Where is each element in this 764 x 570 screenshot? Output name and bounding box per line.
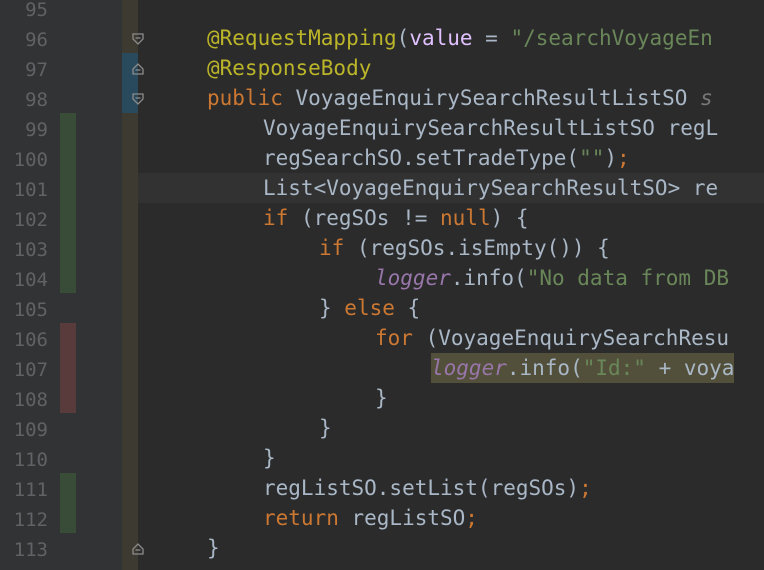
line-number: 107 (13, 359, 48, 381)
code-line[interactable]: @RequestMapping(value = "/searchVoyageEn (207, 23, 713, 53)
diff-added-marker[interactable] (60, 113, 76, 293)
code-line[interactable]: } else { (319, 293, 420, 323)
code-line[interactable]: List<VoyageEnquirySearchResultSO> re (263, 173, 718, 203)
line-number: 101 (13, 179, 48, 201)
code-token: ) { (490, 206, 529, 230)
string-token: "No data from DB (526, 266, 730, 290)
code-line[interactable]: VoyageEnquirySearchResultListSO regL (263, 113, 718, 143)
code-token: ) (604, 146, 618, 170)
code-line[interactable]: if (regSOs != null) { (263, 203, 529, 233)
inlay-hint: s (700, 86, 713, 110)
line-number: 108 (13, 389, 48, 411)
keyword-token: null (440, 206, 491, 230)
line-number: 112 (13, 509, 48, 531)
line-number: 96 (25, 29, 48, 51)
code-line[interactable]: for (VoyageEnquirySearchResu (375, 323, 729, 353)
keyword-token: if (263, 206, 289, 230)
keyword-token: if (319, 236, 345, 260)
static-field-token: logger (375, 266, 451, 290)
code-line[interactable]: } (319, 413, 332, 443)
line-number: 103 (13, 239, 48, 261)
code-token: (regSOs != (288, 206, 441, 230)
code-line-highlighted[interactable]: logger.info("Id:" + voya (431, 353, 735, 383)
parameter-token: value (409, 26, 473, 50)
code-line[interactable]: } (375, 383, 388, 413)
code-line[interactable]: return regListSO; (263, 503, 478, 533)
string-token: "/searchVoyageEn (510, 26, 713, 50)
code-token: .info( (506, 356, 583, 380)
string-token: "" (579, 146, 605, 170)
string-token: "Id:" (582, 356, 646, 380)
code-token: regSearchSO.setTradeType( (263, 146, 580, 170)
code-line[interactable]: regListSO.setList(regSOs); (263, 473, 592, 503)
fold-marker-icon[interactable] (132, 93, 144, 105)
code-line[interactable]: regSearchSO.setTradeType(""); (263, 143, 630, 173)
code-token: VoyageEnquirySearchResultListSO (282, 86, 701, 110)
line-number: 111 (13, 479, 48, 501)
annotation-token: @RequestMapping (207, 26, 397, 50)
code-token: } (319, 296, 345, 320)
line-number: 105 (13, 299, 48, 321)
code-token: ( (396, 26, 410, 50)
line-number: 110 (13, 449, 48, 471)
code-token: = (472, 26, 511, 50)
code-line[interactable]: logger.info("No data from DB (375, 263, 729, 293)
code-line[interactable]: public VoyageEnquirySearchResultListSO s (207, 83, 713, 113)
line-number: 109 (13, 419, 48, 441)
fold-marker-icon[interactable] (132, 33, 144, 45)
line-number: 104 (13, 269, 48, 291)
line-number: 99 (25, 119, 48, 141)
semicolon-token: ; (617, 146, 630, 170)
keyword-token: for (375, 326, 413, 350)
keyword-token: else (344, 296, 395, 320)
code-line[interactable]: } (207, 533, 220, 563)
code-token: (VoyageEnquirySearchResu (412, 326, 730, 350)
code-token: (regSOs.isEmpty()) { (344, 236, 610, 260)
code-line[interactable]: } (263, 443, 276, 473)
line-number: 95 (25, 0, 48, 21)
code-token: { (394, 296, 421, 320)
line-number: 102 (13, 209, 48, 231)
code-token: + voya (645, 356, 735, 380)
code-line[interactable]: @ResponseBody (207, 53, 371, 83)
keyword-token: public (207, 86, 283, 110)
semicolon-token: ; (465, 506, 478, 530)
line-number: 100 (13, 149, 48, 171)
diff-added-marker[interactable] (60, 473, 76, 533)
code-token: .info( (450, 266, 527, 290)
fold-marker-icon[interactable] (132, 63, 144, 75)
diff-deleted-marker[interactable] (60, 323, 76, 413)
line-number: 113 (13, 539, 48, 561)
code-line[interactable]: if (regSOs.isEmpty()) { (319, 233, 610, 263)
code-token: regListSO (338, 506, 466, 530)
keyword-token: return (263, 506, 339, 530)
line-number: 98 (25, 89, 48, 111)
line-number: 97 (25, 59, 48, 81)
static-field-token: logger (431, 356, 507, 380)
code-token: regListSO.setList(regSOs) (263, 476, 580, 500)
fold-marker-icon[interactable] (132, 543, 144, 555)
annotation-token: @ResponseBody (207, 56, 372, 80)
line-number: 106 (13, 329, 48, 351)
semicolon-token: ; (579, 476, 592, 500)
